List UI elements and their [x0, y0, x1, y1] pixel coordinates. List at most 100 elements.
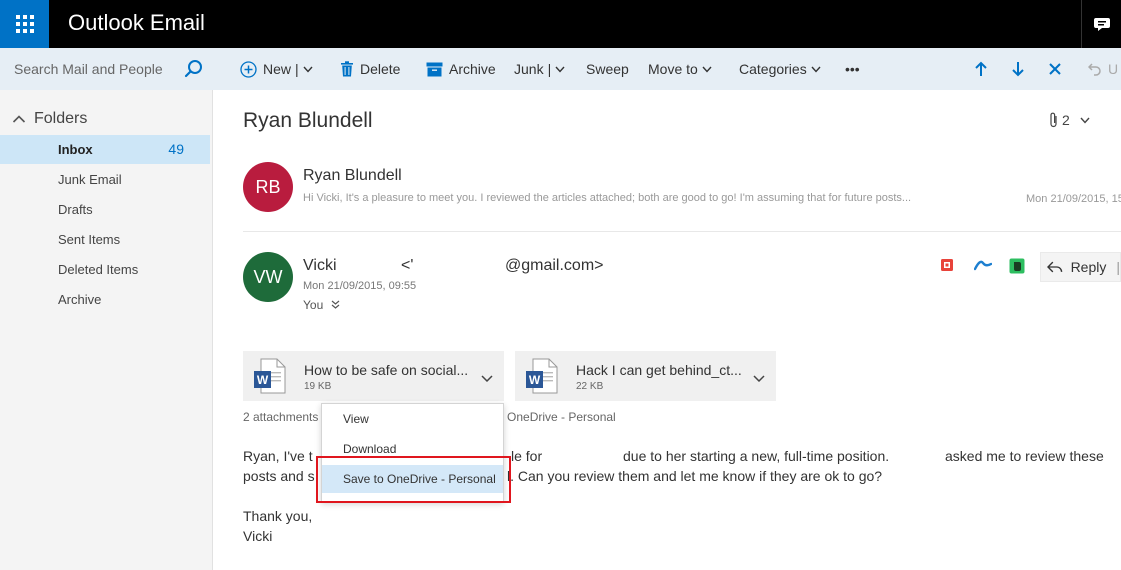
annotation-highlight-box: [316, 456, 511, 503]
addin-button[interactable]: [973, 258, 993, 274]
search-input[interactable]: [14, 59, 174, 79]
body-text: posts and s: [243, 468, 315, 484]
categories-label: Categories: [739, 61, 807, 77]
paperclip-icon: [1050, 112, 1057, 128]
avatar: RB: [243, 162, 293, 212]
folder-drafts[interactable]: Drafts: [0, 195, 210, 224]
attachments-toggle[interactable]: 2: [1049, 112, 1090, 128]
chevron-up-icon: [12, 115, 26, 123]
folder-junk-email[interactable]: Junk Email: [0, 165, 210, 194]
svg-text:W: W: [529, 373, 541, 387]
split-divider: |: [547, 61, 552, 77]
junk-button[interactable]: Junk |: [514, 60, 571, 78]
sender-name[interactable]: Vicki: [303, 257, 337, 275]
divider: [243, 231, 1121, 232]
close-icon: [1049, 63, 1061, 75]
folder-label: Inbox: [58, 142, 93, 157]
chevron-down-icon: [1080, 117, 1090, 124]
body-text: le for: [511, 448, 543, 464]
more-label: •••: [845, 61, 860, 77]
folder-deleted-items[interactable]: Deleted Items: [0, 255, 210, 284]
sweep-button[interactable]: Sweep: [586, 60, 629, 78]
attachment-count: 2: [1062, 112, 1070, 128]
top-bar: Outlook Email: [0, 0, 1121, 48]
previous-item-button[interactable]: [974, 60, 994, 78]
chevron-down-icon: [811, 66, 821, 73]
more-actions-button[interactable]: •••: [845, 60, 860, 78]
chevron-down-icon: [303, 66, 313, 73]
sweep-label: Sweep: [586, 61, 629, 77]
attachment-menu-button[interactable]: [481, 370, 493, 388]
chevron-down-icon: [702, 66, 712, 73]
addin-button[interactable]: [940, 258, 956, 274]
body-text: due to her starting a new, full-time pos…: [623, 448, 890, 464]
body-text: Ryan, I've t: [243, 448, 313, 464]
undo-icon: [1088, 63, 1101, 76]
undo-button[interactable]: U: [1088, 60, 1118, 78]
archive-button[interactable]: Archive: [426, 60, 496, 78]
delete-button[interactable]: Delete: [340, 60, 400, 78]
folder-inbox[interactable]: Inbox 49: [0, 135, 210, 164]
attachment-size: 19 KB: [304, 381, 332, 392]
attachment-card[interactable]: W How to be safe on social... 19 KB: [243, 351, 504, 401]
attachment-menu-button[interactable]: [753, 370, 765, 388]
folders-toggle[interactable]: Folders: [12, 110, 87, 128]
move-to-label: Move to: [648, 61, 698, 77]
waffle-icon: [15, 15, 34, 33]
addin-button[interactable]: [1009, 258, 1025, 274]
double-chevron-down-icon: [331, 300, 340, 309]
chevron-down-icon: [753, 375, 765, 383]
reply-label: Reply: [1070, 259, 1107, 275]
sender-name[interactable]: Ryan Blundell: [303, 167, 402, 185]
conversation-subject: Ryan Blundell: [243, 109, 373, 132]
new-label: New: [263, 61, 292, 77]
wave-addin-icon: [973, 260, 993, 271]
attachments-summary: 2 attachments (: [243, 410, 326, 424]
attachment-card[interactable]: W Hack I can get behind_ct... 22 KB: [515, 351, 776, 401]
search-icon: [184, 60, 202, 78]
trash-icon: [341, 61, 353, 77]
search-button[interactable]: [183, 58, 205, 80]
attachment-name: Hack I can get behind_ct...: [576, 362, 742, 378]
archive-box-icon: [426, 62, 443, 76]
plus-circle-icon: [240, 60, 257, 78]
message-date: Mon 21/09/2015, 15...: [1026, 193, 1121, 205]
signature-text: Vicki: [243, 528, 273, 544]
message-preview[interactable]: Hi Vicki, It's a pleasure to meet you. I…: [303, 192, 973, 204]
split-divider: |: [1116, 259, 1120, 275]
word-document-icon: W: [254, 358, 286, 394]
reply-button[interactable]: Reply |: [1040, 252, 1121, 282]
new-button[interactable]: New |: [240, 60, 319, 78]
svg-text:W: W: [257, 373, 269, 387]
reply-arrow-icon: [1047, 261, 1063, 273]
word-document-icon: W: [526, 358, 558, 394]
next-item-button[interactable]: [1011, 60, 1031, 78]
chat-bubble-icon: [1093, 18, 1110, 31]
close-button[interactable]: [1048, 60, 1068, 78]
folder-label: Junk Email: [58, 172, 122, 187]
categories-button[interactable]: Categories: [739, 60, 827, 78]
folder-archive[interactable]: Archive: [0, 285, 210, 314]
folder-pane: Folders Inbox 49 Junk Email Drafts Sent …: [0, 48, 213, 570]
arrow-down-icon: [1012, 62, 1024, 77]
attachment-size: 22 KB: [576, 381, 604, 392]
delete-label: Delete: [360, 61, 401, 77]
folder-label: Archive: [58, 292, 102, 307]
split-divider: |: [295, 61, 299, 77]
app-launcher-button[interactable]: [0, 0, 49, 48]
folder-sent-items[interactable]: Sent Items: [0, 225, 210, 254]
folders-heading: Folders: [34, 110, 88, 127]
menu-item-view[interactable]: View: [322, 405, 503, 433]
folder-label: Deleted Items: [58, 262, 139, 277]
feedback-button[interactable]: [1081, 0, 1121, 48]
arrow-up-icon: [975, 61, 987, 76]
recipients-toggle[interactable]: You: [303, 298, 340, 312]
app-title: Outlook Email: [68, 10, 205, 35]
chevron-down-icon: [555, 66, 565, 73]
move-to-button[interactable]: Move to: [648, 60, 718, 78]
unread-count: 49: [168, 141, 184, 157]
folder-label: Sent Items: [58, 232, 121, 247]
folder-label: Drafts: [58, 202, 93, 217]
sender-email[interactable]: @gmail.com>: [505, 257, 604, 275]
save-all-to-onedrive-link[interactable]: o OneDrive - Personal: [497, 410, 616, 424]
